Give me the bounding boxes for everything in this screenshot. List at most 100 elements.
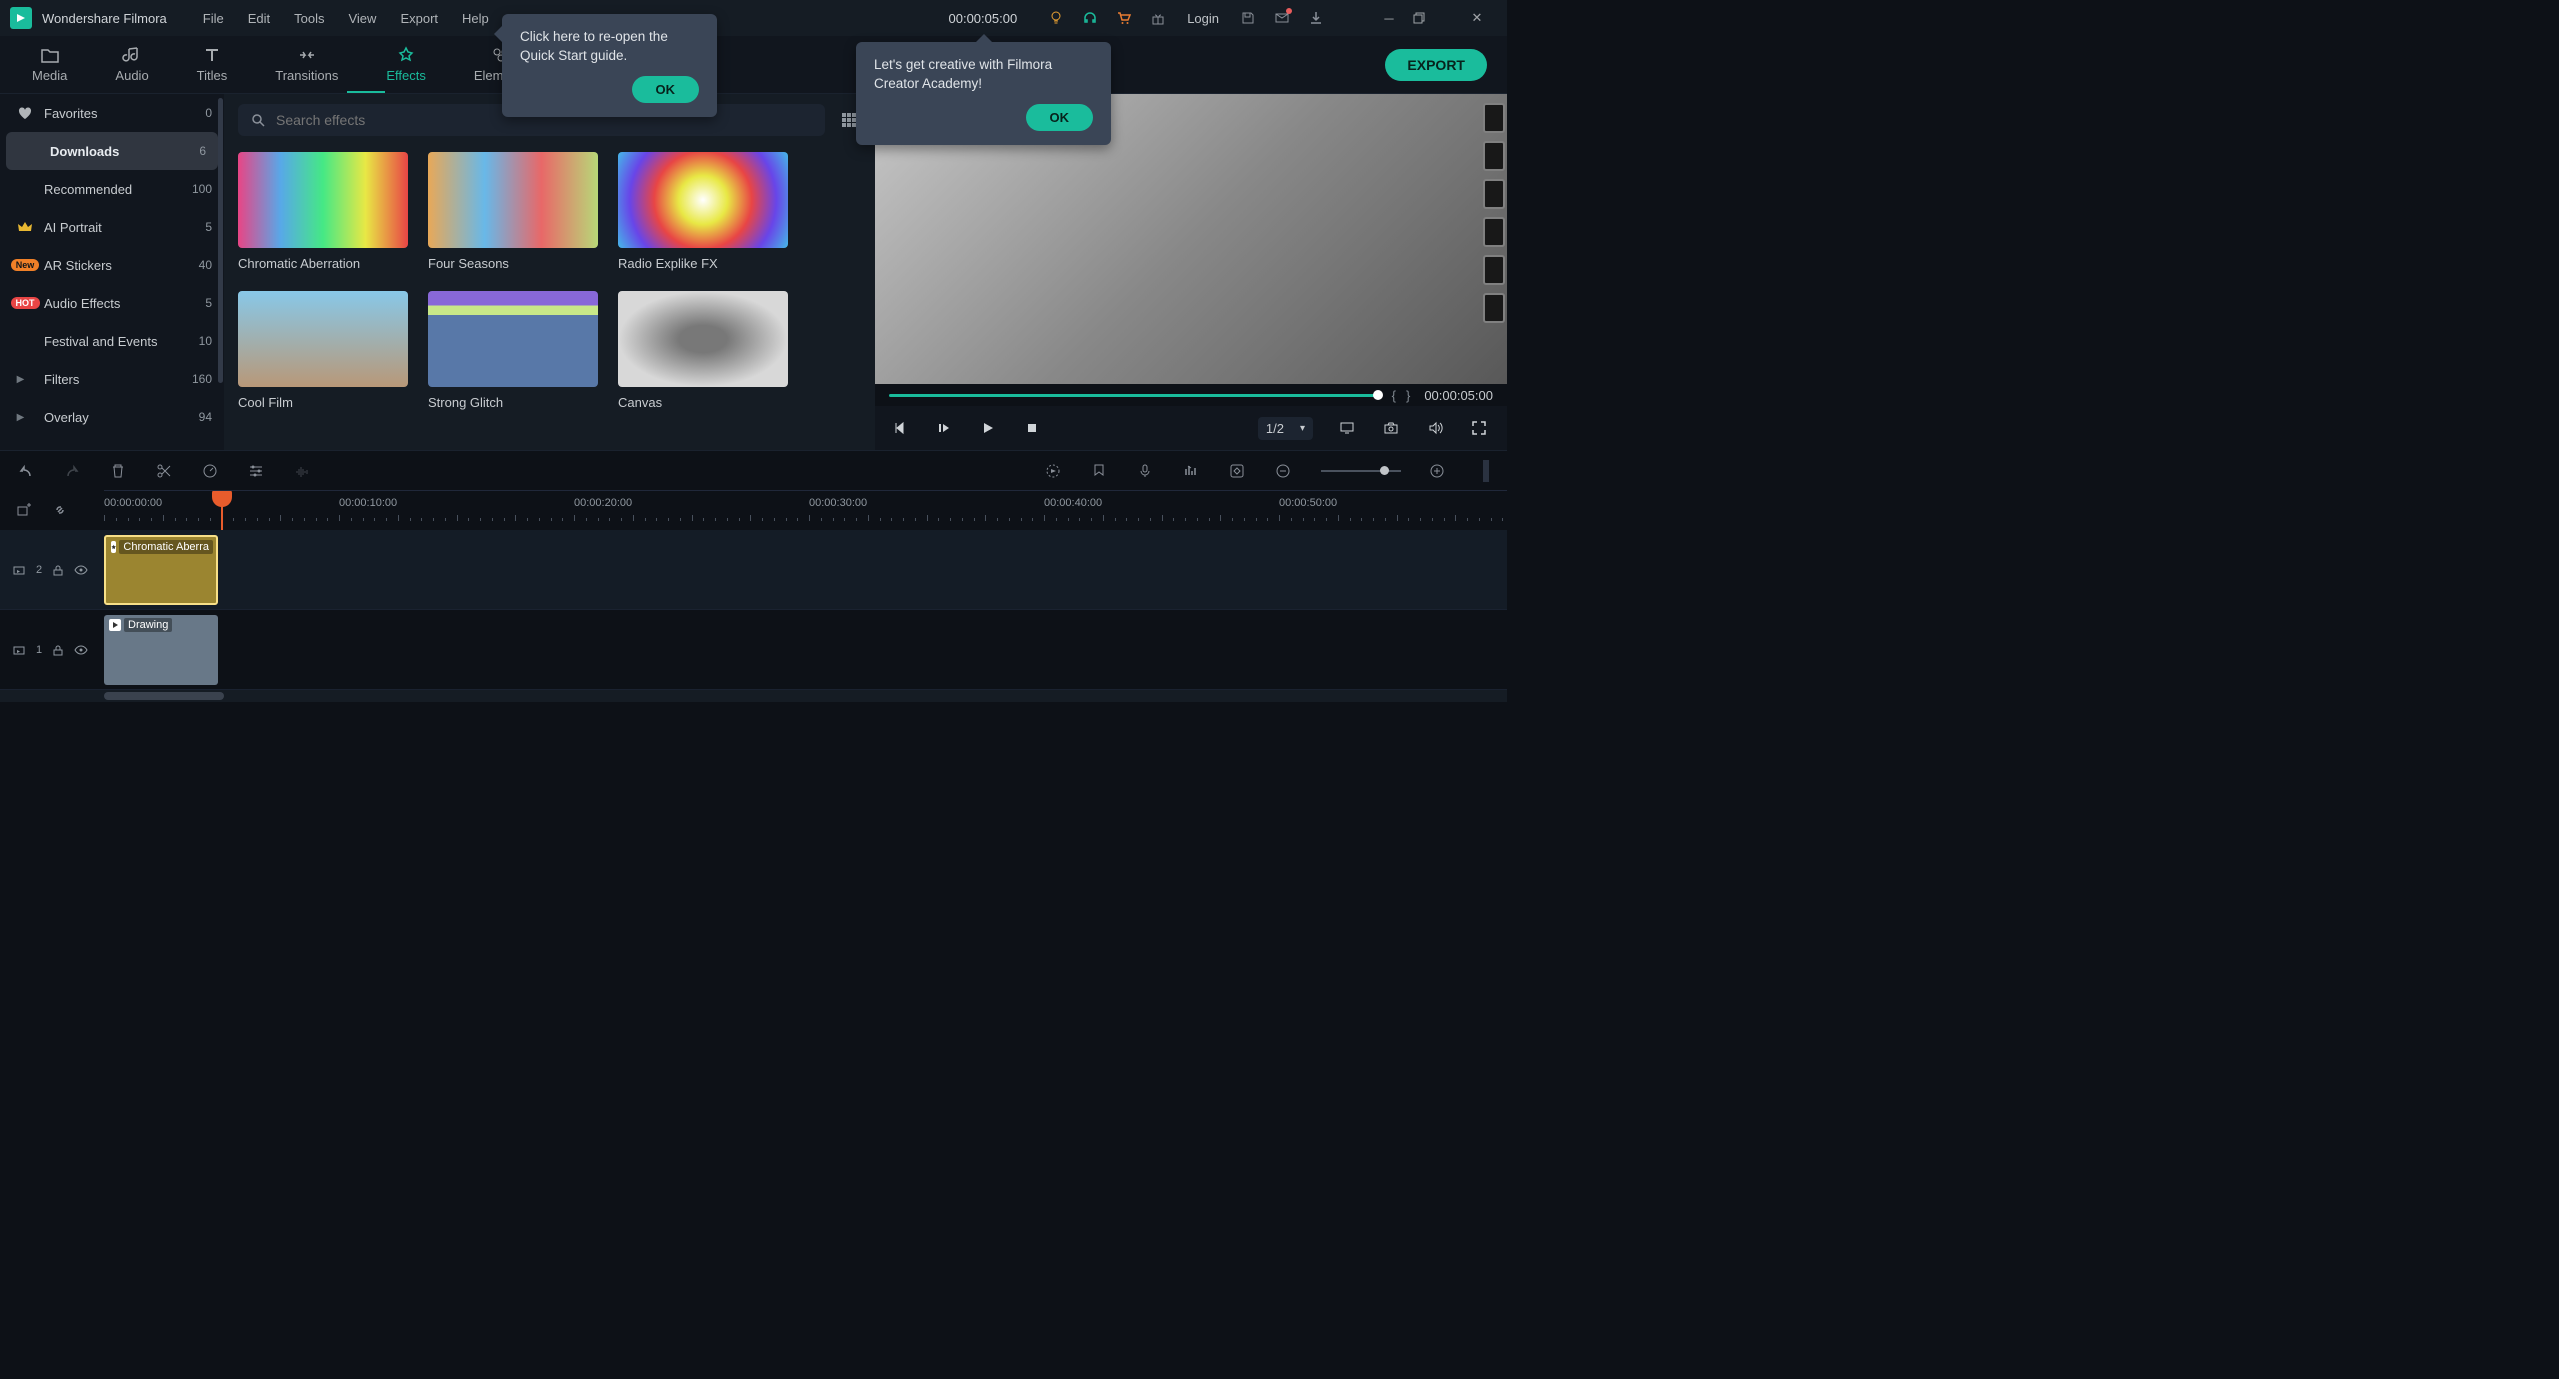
play-icon[interactable]: [981, 421, 999, 435]
adjust-icon[interactable]: [248, 463, 266, 479]
track-content[interactable]: Drawing: [104, 610, 1507, 689]
tooltip-academy: Let's get creative with Filmora Creator …: [856, 42, 1111, 145]
step-back-icon[interactable]: [937, 421, 955, 435]
seek-bar[interactable]: [889, 394, 1378, 397]
display-icon[interactable]: [1339, 420, 1357, 436]
effect-label: Chromatic Aberration: [238, 256, 408, 271]
sidebar-item-overlay[interactable]: ▶Overlay94: [0, 398, 224, 436]
chevron-down-icon: ▾: [1300, 423, 1305, 434]
sidebar-item-ai-portrait[interactable]: AI Portrait5: [0, 208, 224, 246]
link-icon[interactable]: [52, 502, 70, 518]
export-button[interactable]: EXPORT: [1385, 49, 1487, 81]
tab-transitions[interactable]: Transitions: [251, 36, 362, 93]
track-content[interactable]: Chromatic Aberra: [104, 530, 1507, 609]
effect-card[interactable]: Canvas: [618, 291, 788, 410]
track-row: 2Chromatic Aberra: [0, 530, 1507, 610]
menu-tools[interactable]: Tools: [282, 5, 336, 32]
effect-label: Canvas: [618, 395, 788, 410]
save-icon[interactable]: [1233, 3, 1263, 33]
ruler-label: 00:00:50:00: [1279, 497, 1337, 509]
headset-icon[interactable]: [1075, 3, 1105, 33]
render-icon[interactable]: [1045, 463, 1063, 479]
ruler-label: 00:00:00:00: [104, 497, 162, 509]
login-button[interactable]: Login: [1177, 11, 1229, 26]
close-window-icon[interactable]: ✕: [1457, 10, 1497, 26]
tab-audio[interactable]: Audio: [91, 36, 172, 93]
redo-icon[interactable]: [64, 463, 82, 479]
timeline-clip[interactable]: Drawing: [104, 615, 218, 685]
timeline-scrollbar[interactable]: [0, 690, 1507, 702]
sidebar-item-favorites[interactable]: Favorites0: [0, 94, 224, 132]
download-icon[interactable]: [1301, 3, 1331, 33]
speed-icon[interactable]: [202, 463, 220, 479]
zoom-in-icon[interactable]: [1429, 463, 1447, 479]
menu-file[interactable]: File: [191, 5, 236, 32]
sidebar-icon: [14, 105, 36, 121]
timeline-clip[interactable]: Chromatic Aberra: [104, 535, 218, 605]
lightbulb-icon[interactable]: [1041, 3, 1071, 33]
undo-icon[interactable]: [18, 463, 36, 479]
gift-icon[interactable]: [1143, 3, 1173, 33]
delete-icon[interactable]: [110, 463, 128, 479]
volume-icon[interactable]: [1427, 420, 1445, 436]
sidebar-item-filters[interactable]: ▶Filters160: [0, 360, 224, 398]
preview-panel: {} 00:00:05:00 1/2 ▾: [875, 94, 1507, 450]
sidebar-icon: ▶: [14, 412, 36, 423]
maximize-window-icon[interactable]: [1413, 12, 1453, 24]
sidebar-item-audio-effects[interactable]: HOTAudio Effects5: [0, 284, 224, 322]
preview-zoom-select[interactable]: 1/2 ▾: [1258, 417, 1313, 440]
menu-view[interactable]: View: [336, 5, 388, 32]
effect-thumbnail: [618, 291, 788, 387]
snapshot-icon[interactable]: [1383, 420, 1401, 436]
stop-icon[interactable]: [1025, 421, 1043, 435]
ruler-label: 00:00:10:00: [339, 497, 397, 509]
tooltip-ok-button[interactable]: OK: [632, 76, 700, 103]
sidebar-item-downloads[interactable]: Downloads6: [6, 132, 218, 170]
effect-card[interactable]: Cool Film: [238, 291, 408, 410]
toolbar-divider: [1483, 460, 1489, 482]
message-icon[interactable]: [1267, 3, 1297, 33]
lock-icon[interactable]: [52, 564, 64, 576]
mic-icon[interactable]: [1137, 463, 1155, 479]
track-add-icon[interactable]: [16, 502, 34, 518]
keyframe-icon[interactable]: [1229, 463, 1247, 479]
fullscreen-icon[interactable]: [1471, 420, 1489, 436]
prev-frame-icon[interactable]: [893, 421, 911, 435]
lock-icon[interactable]: [52, 644, 64, 656]
eye-icon[interactable]: [74, 644, 88, 656]
playhead[interactable]: [221, 491, 223, 530]
audio-mix-icon[interactable]: [1183, 463, 1201, 479]
cart-icon[interactable]: [1109, 3, 1139, 33]
effect-card[interactable]: Chromatic Aberration: [238, 152, 408, 271]
seek-braces: {}: [1392, 388, 1411, 403]
tooltip-quickstart: Click here to re-open the Quick Start gu…: [502, 14, 717, 117]
timeline-ruler[interactable]: 00:00:00:0000:00:10:0000:00:20:0000:00:3…: [104, 490, 1507, 530]
tab-effects[interactable]: Effects: [362, 36, 450, 93]
ruler-label: 00:00:30:00: [809, 497, 867, 509]
tooltip-ok-button[interactable]: OK: [1026, 104, 1094, 131]
effect-card[interactable]: Four Seasons: [428, 152, 598, 271]
minimize-window-icon[interactable]: ─: [1369, 11, 1409, 26]
effect-card[interactable]: Radio Explike FX: [618, 152, 788, 271]
track-type-icon: [12, 643, 26, 657]
marker-icon[interactable]: [1091, 463, 1109, 479]
menu-export[interactable]: Export: [388, 5, 450, 32]
sidebar-item-recommended[interactable]: Recommended100: [0, 170, 224, 208]
effects-content: Chromatic Aberration Four Seasons Radio Ex…: [224, 94, 875, 450]
split-icon[interactable]: [156, 463, 174, 479]
effect-card[interactable]: Strong Glitch: [428, 291, 598, 410]
timeline-toolbar: [0, 450, 1507, 490]
sidebar-item-festival-and-events[interactable]: Festival and Events10: [0, 322, 224, 360]
effects-sidebar: Favorites0Downloads6Recommended100AI Por…: [0, 94, 224, 450]
tab-titles[interactable]: Titles: [173, 36, 252, 93]
menu-edit[interactable]: Edit: [236, 5, 282, 32]
sidebar-item-ar-stickers[interactable]: NewAR Stickers40: [0, 246, 224, 284]
audio-adjust-icon[interactable]: [294, 463, 312, 479]
tab-media[interactable]: Media: [8, 36, 91, 93]
effect-thumbnail: [428, 291, 598, 387]
effect-label: Radio Explike FX: [618, 256, 788, 271]
zoom-out-icon[interactable]: [1275, 463, 1293, 479]
eye-icon[interactable]: [74, 564, 88, 576]
zoom-slider[interactable]: [1321, 470, 1401, 472]
sidebar-scrollbar[interactable]: [217, 94, 224, 450]
